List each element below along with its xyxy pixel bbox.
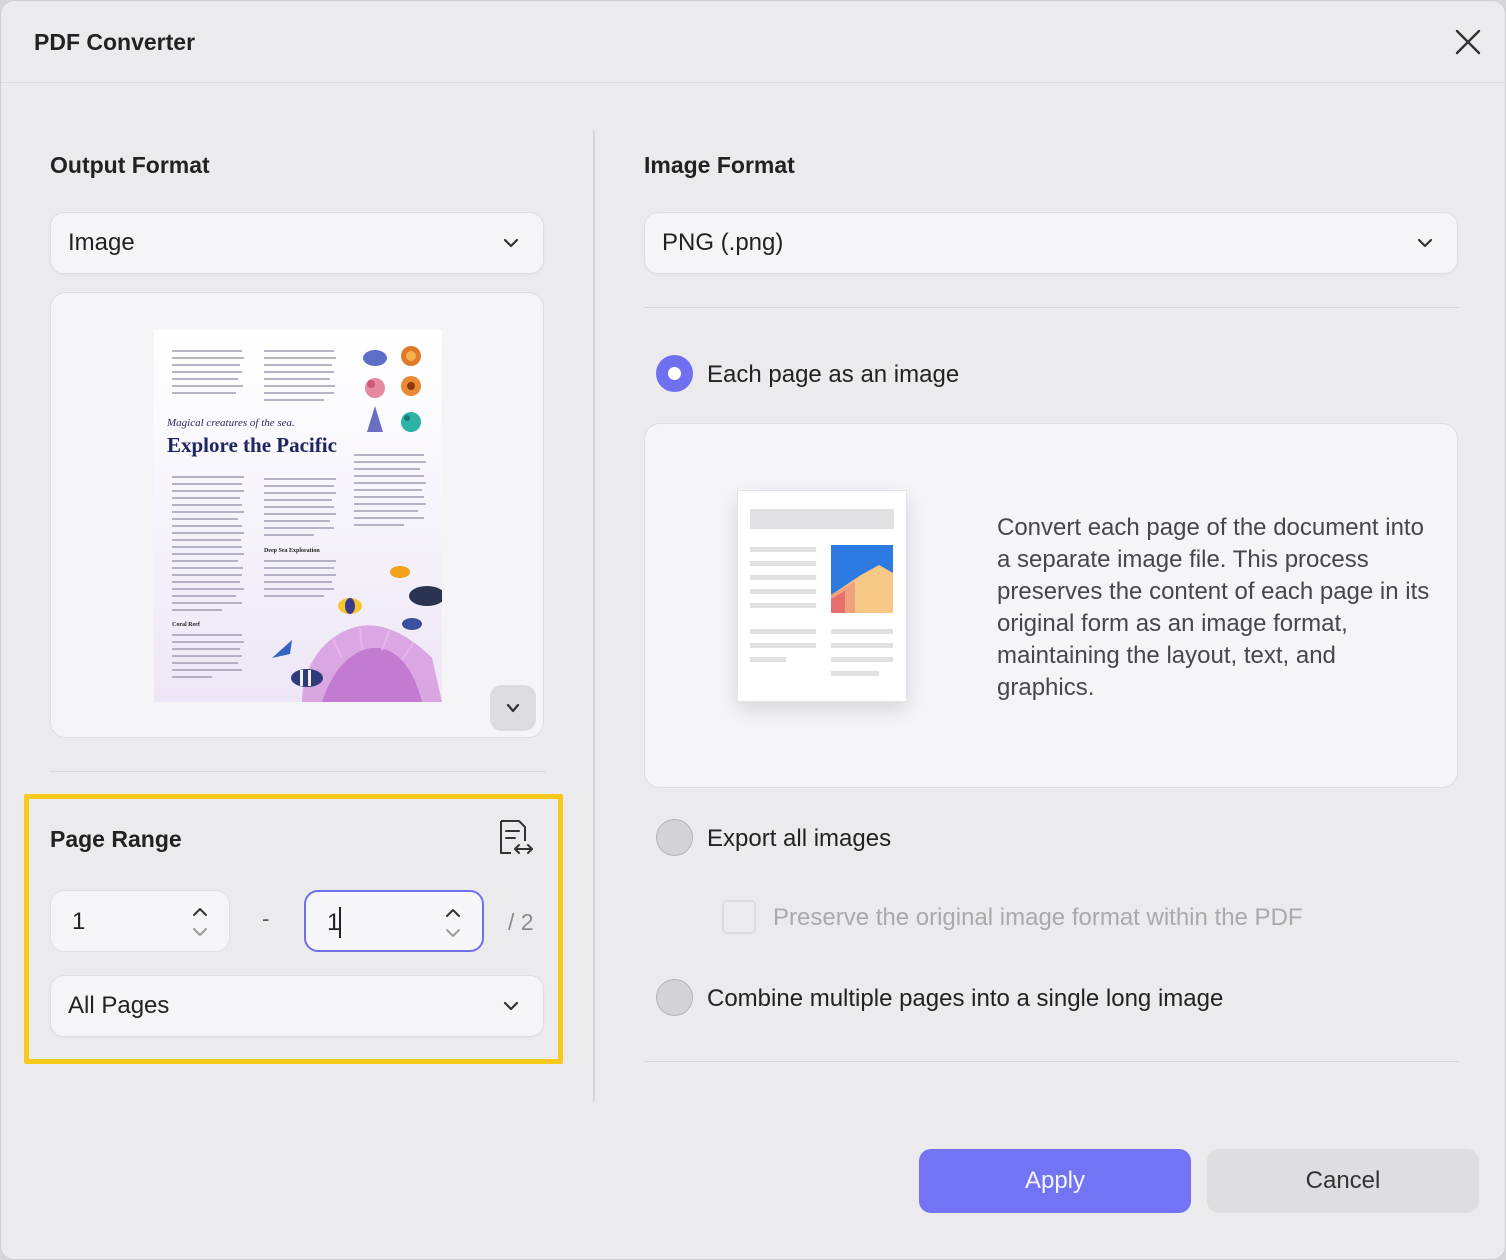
document-swap-icon	[500, 820, 533, 854]
page-range-heading: Page Range	[50, 826, 182, 852]
column-divider	[593, 131, 595, 1101]
scroll-down-button[interactable]	[490, 685, 536, 731]
each-page-radio[interactable]	[656, 355, 693, 392]
range-separator: -	[262, 906, 270, 931]
chevron-down-icon	[1417, 238, 1433, 248]
each-page-description-card: Convert each page of the document into a…	[644, 423, 1458, 788]
export-all-label[interactable]: Export all images	[707, 825, 891, 853]
output-format-value: Image	[68, 229, 135, 256]
preview-subhead-deep-sea: Deep Sea Exploration	[264, 548, 320, 554]
page-scope-value: All Pages	[68, 992, 170, 1019]
preserve-format-checkbox[interactable]	[722, 900, 756, 934]
apply-button[interactable]: Apply	[919, 1149, 1191, 1213]
coral-reef-illustration	[272, 566, 442, 702]
document-image-illustration	[737, 490, 907, 702]
cancel-button[interactable]: Cancel	[1207, 1149, 1479, 1213]
close-button[interactable]	[1449, 23, 1487, 61]
chevron-down-icon	[506, 703, 520, 713]
page-to-input[interactable]: 1	[304, 890, 484, 952]
close-icon	[1455, 29, 1481, 55]
page-scope-select[interactable]: All Pages	[50, 975, 544, 1037]
dialog-title: PDF Converter	[34, 29, 196, 55]
text-caret	[339, 907, 341, 938]
coral-illustrations	[363, 346, 421, 432]
stepper-icon[interactable]	[444, 906, 462, 940]
output-format-heading: Output Format	[50, 152, 210, 178]
each-page-description: Convert each page of the document into a…	[997, 514, 1430, 701]
combine-pages-label[interactable]: Combine multiple pages into a single lon…	[707, 985, 1223, 1013]
export-all-radio[interactable]	[656, 819, 693, 856]
page-preview-card: Magical creatures of the sea. Explore th…	[50, 292, 544, 738]
preview-subhead-coral: Coral Reef	[172, 622, 200, 628]
output-format-select[interactable]: Image	[50, 212, 544, 274]
right-divider-top	[644, 307, 1459, 308]
chevron-down-icon	[503, 1001, 519, 1011]
total-pages: / 2	[508, 909, 534, 935]
chevron-down-icon	[503, 238, 519, 248]
image-format-value: PNG (.png)	[662, 229, 784, 256]
image-format-heading: Image Format	[644, 152, 795, 178]
page-range-swap-button[interactable]	[495, 817, 535, 859]
combine-pages-radio[interactable]	[656, 979, 693, 1016]
each-page-label[interactable]: Each page as an image	[707, 361, 959, 389]
left-divider	[50, 771, 546, 772]
pdf-converter-dialog: PDF Converter Output Format Image Magica…	[0, 0, 1506, 1260]
right-divider-bottom	[644, 1061, 1459, 1062]
preview-heading: Explore the Pacific	[167, 433, 337, 457]
preserve-format-label: Preserve the original image format withi…	[773, 904, 1303, 931]
image-format-select[interactable]: PNG (.png)	[644, 212, 1458, 274]
page-from-input[interactable]: 1	[50, 890, 230, 952]
stepper-icon[interactable]	[191, 905, 209, 939]
page-from-value: 1	[72, 908, 86, 935]
preview-subtitle: Magical creatures of the sea.	[167, 417, 295, 429]
image-placeholder-icon	[831, 545, 893, 613]
page-thumbnail: Magical creatures of the sea. Explore th…	[154, 330, 442, 702]
title-bar: PDF Converter	[1, 1, 1505, 83]
